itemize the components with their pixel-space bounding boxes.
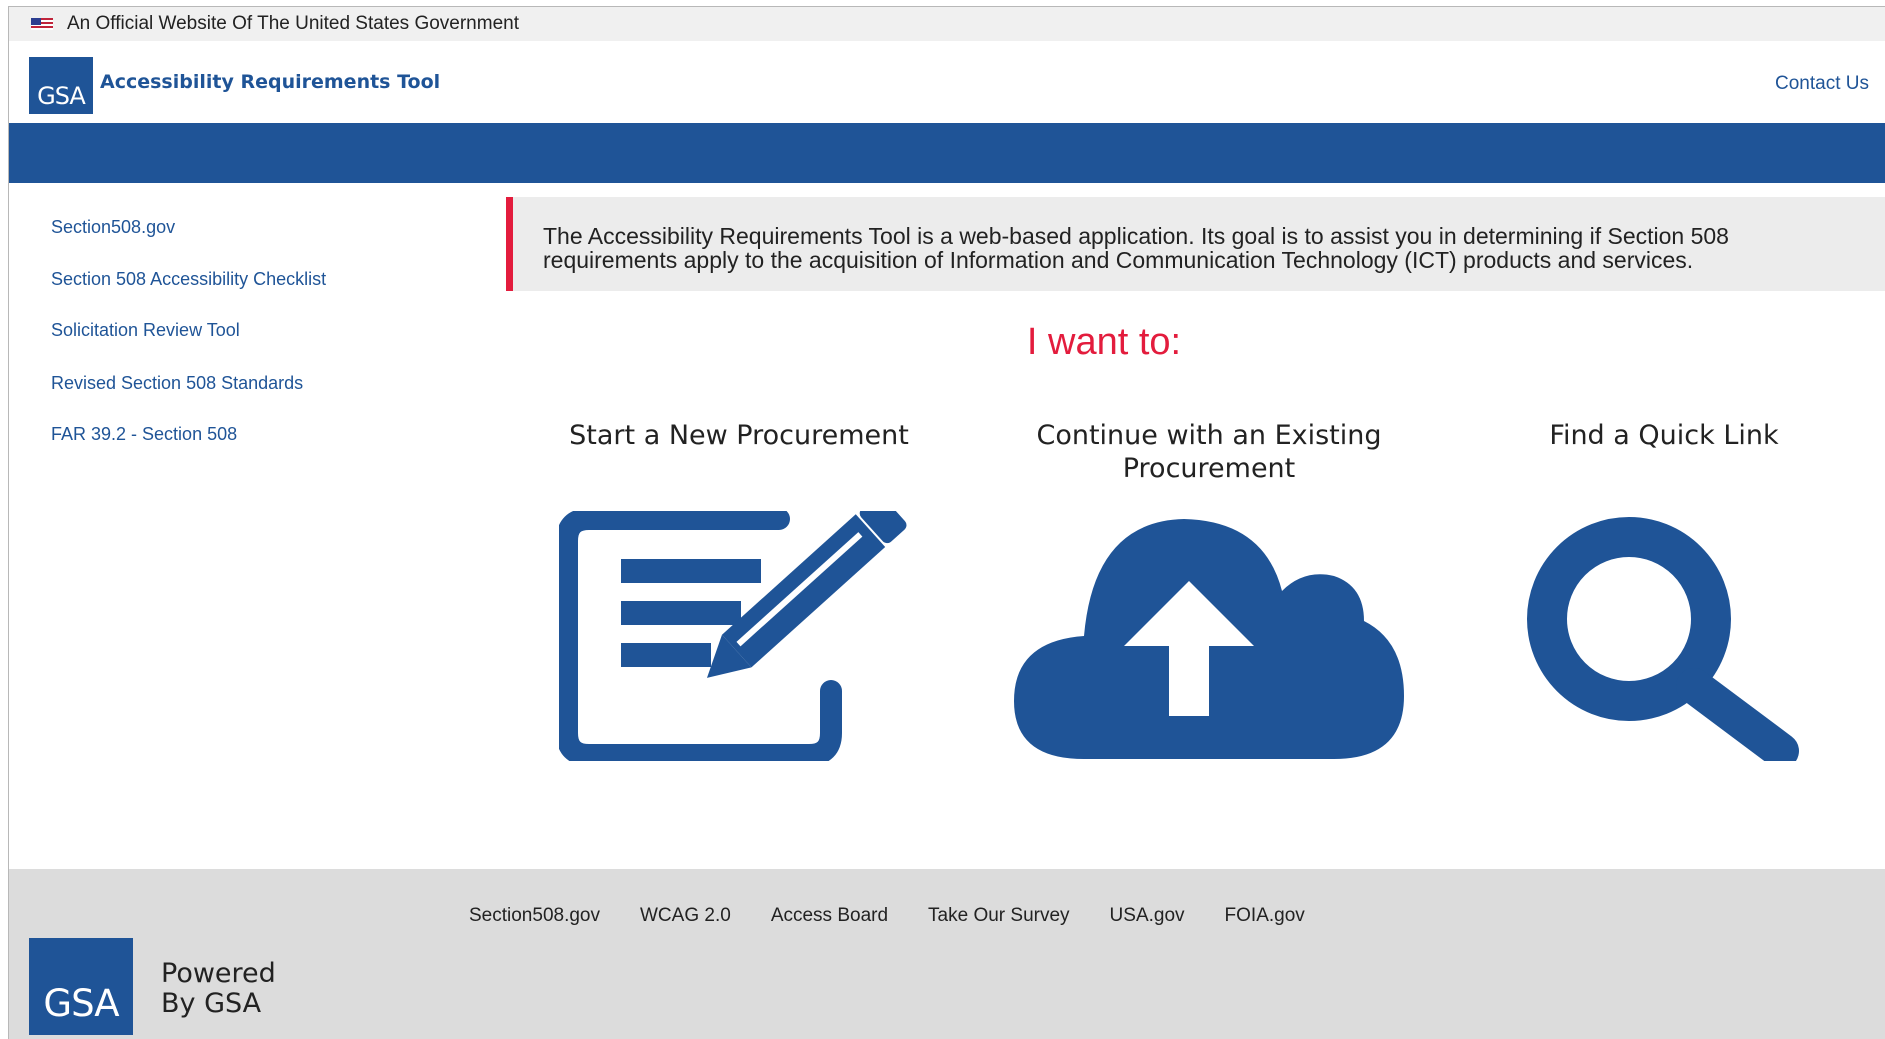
footer-gsa-logo[interactable]: GSA <box>29 938 133 1035</box>
sidebar-item-checklist[interactable]: Section 508 Accessibility Checklist <box>51 269 326 290</box>
document-edit-icon <box>559 511 907 761</box>
gsa-logo[interactable]: GSA <box>29 57 93 114</box>
app-title[interactable]: Accessibility Requirements Tool <box>100 71 440 93</box>
find-quick-link-option[interactable]: Find a Quick Link <box>1499 419 1829 761</box>
site-footer: Section508.gov WCAG 2.0 Access Board Tak… <box>9 869 1885 1039</box>
footer-link-foia[interactable]: FOIA.gov <box>1225 905 1305 927</box>
powered-line-2: By GSA <box>161 988 262 1019</box>
nav-bar <box>9 123 1885 183</box>
sidebar-item-solicitation-review[interactable]: Solicitation Review Tool <box>51 320 240 341</box>
i-want-to-heading: I want to: <box>1026 321 1182 363</box>
footer-link-survey[interactable]: Take Our Survey <box>928 905 1070 927</box>
search-icon <box>1527 517 1799 761</box>
gov-banner: An Official Website Of The United States… <box>9 7 1885 41</box>
powered-line-1: Powered <box>161 958 276 989</box>
sidebar-item-revised-standards[interactable]: Revised Section 508 Standards <box>51 373 303 394</box>
site-header: GSA Accessibility Requirements Tool Cont… <box>9 41 1885 123</box>
option-label: Continue with an Existing Procurement <box>1036 420 1382 484</box>
continue-existing-procurement-option[interactable]: Continue with an Existing Procurement <box>1004 419 1414 759</box>
gov-banner-text: An Official Website Of The United States… <box>67 13 519 34</box>
intro-text: The Accessibility Requirements Tool is a… <box>543 223 1729 273</box>
footer-link-usa-gov[interactable]: USA.gov <box>1110 905 1185 927</box>
sidebar-item-section508[interactable]: Section508.gov <box>51 217 175 238</box>
sidebar-item-far[interactable]: FAR 39.2 - Section 508 <box>51 424 237 445</box>
page-frame: An Official Website Of The United States… <box>8 6 1885 1039</box>
option-label: Start a New Procurement <box>569 420 909 451</box>
footer-link-access-board[interactable]: Access Board <box>771 905 888 927</box>
option-label: Find a Quick Link <box>1549 420 1779 451</box>
footer-link-wcag[interactable]: WCAG 2.0 <box>640 905 731 927</box>
powered-by-gsa: Powered By GSA <box>161 959 276 1019</box>
intro-callout: The Accessibility Requirements Tool is a… <box>506 197 1885 291</box>
cloud-upload-icon <box>1014 519 1404 759</box>
start-new-procurement-option[interactable]: Start a New Procurement <box>539 419 939 761</box>
footer-link-section508[interactable]: Section508.gov <box>469 905 600 927</box>
contact-us-link[interactable]: Contact Us <box>1775 73 1869 95</box>
us-flag-icon <box>31 18 53 30</box>
sidebar: Section508.gov Section 508 Accessibility… <box>9 183 489 869</box>
footer-links: Section508.gov WCAG 2.0 Access Board Tak… <box>469 905 1345 927</box>
